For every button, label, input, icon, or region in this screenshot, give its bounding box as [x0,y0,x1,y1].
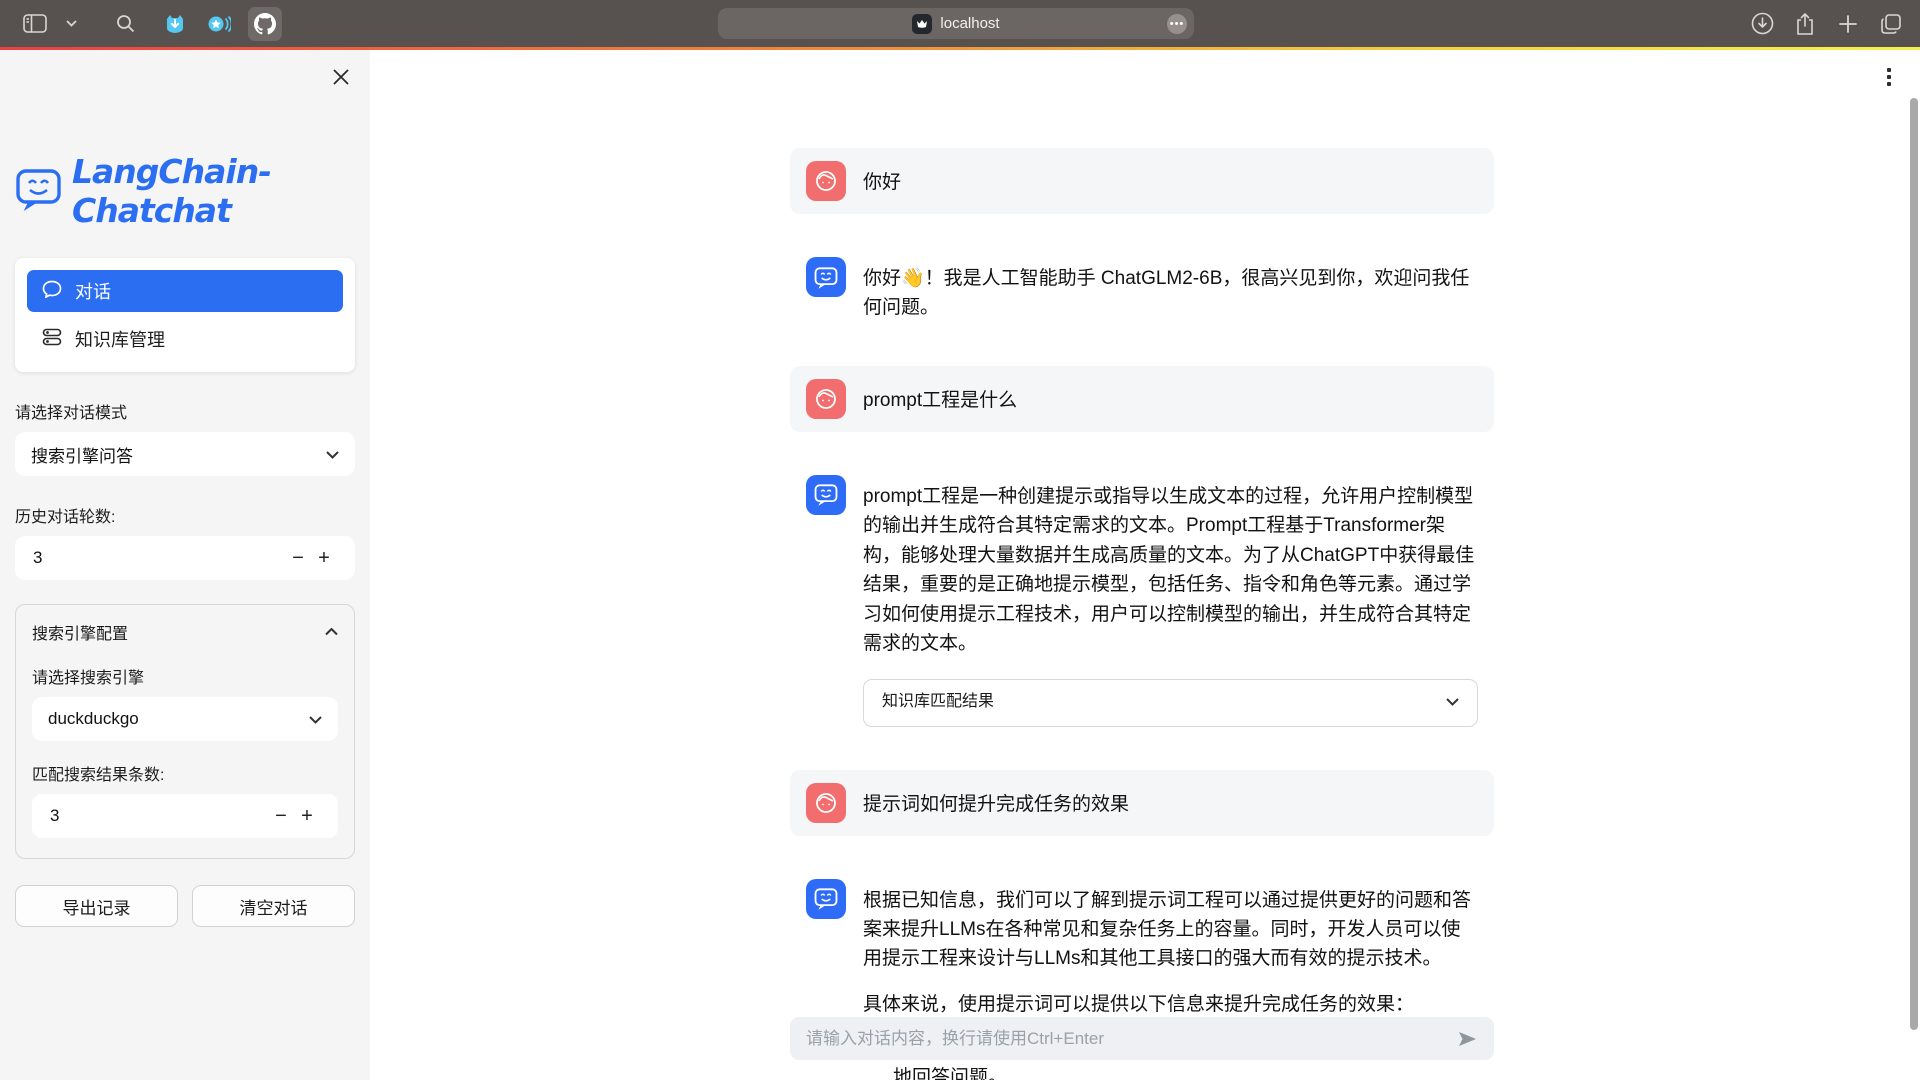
assistant-avatar [806,475,846,515]
downloads-icon[interactable] [1747,9,1777,39]
assistant-message: 你好👋！我是人工智能助手 ChatGLM2-6B，很高兴见到你，欢迎问我任何问题… [790,244,1494,336]
user-avatar [806,161,846,201]
dialog-mode-value: 搜索引擎问答 [31,442,133,467]
tabs-overview-icon[interactable] [1876,9,1906,39]
history-rounds-label: 历史对话轮数: [15,503,355,527]
increment-button[interactable]: + [311,547,337,570]
chevron-down-icon [309,709,322,729]
app-logo: LangChain-Chatchat [15,152,355,230]
kebab-menu-icon[interactable] [1876,62,1902,92]
expander-title: 知识库匹配结果 [882,690,994,715]
message-text: 根据已知信息，我们可以了解到提示词工程可以通过提供更好的问题和答案来提升LLMs… [863,886,1478,974]
assistant-message: prompt工程是一种创建提示或指导以生成文本的过程，允许用户控制模型的输出并生… [790,462,1494,740]
site-favicon [912,14,932,34]
logo-chat-bubble-icon [15,167,62,216]
address-bar[interactable]: localhost ••• [718,8,1194,39]
dialog-mode-label: 请选择对话模式 [15,399,355,423]
user-avatar [806,783,846,823]
message-text: 你好👋！我是人工智能助手 ChatGLM2-6B，很高兴见到你，欢迎问我任何问题… [863,257,1478,323]
chat-message-list: 你好 你好👋！我是人工智能助手 ChatGLM2-6B，很高兴见到你，欢迎问我任… [790,50,1494,1080]
nav-card: 对话 知识库管理 [15,258,355,372]
message-text: 提示词如何提升完成任务的效果 [863,783,1478,819]
ellipsis-icon[interactable]: ••• [1167,14,1187,34]
extension-cat-icon[interactable] [160,9,190,39]
extension-circles-icon[interactable] [204,9,234,39]
url-text: localhost [940,15,999,32]
increment-button[interactable]: + [294,805,320,828]
dialog-mode-select[interactable]: 搜索引擎问答 [15,432,355,476]
history-rounds-input[interactable]: 3 − + [15,536,355,580]
chat-bubble-icon [42,280,62,303]
chevron-down-icon [1446,690,1459,715]
message-text: prompt工程是什么 [863,379,1478,415]
search-engine-value: duckduckgo [48,709,139,729]
extension-github-icon[interactable] [248,7,282,41]
user-avatar [806,379,846,419]
sidebar: LangChain-Chatchat 对话 [0,50,370,1080]
chevron-up-icon [325,623,338,641]
message-text: 你好 [863,161,1478,197]
chat-main: 你好 你好👋！我是人工智能助手 ChatGLM2-6B，很高兴见到你，欢迎问我任… [370,50,1920,1080]
expander-header[interactable]: 搜索引擎配置 [32,620,338,644]
kb-match-results-expander[interactable]: 知识库匹配结果 [863,679,1478,727]
clear-dialog-button[interactable]: 清空对话 [192,885,355,927]
result-count-value: 3 [50,806,59,826]
database-icon [42,328,62,351]
result-count-label: 匹配搜索结果条数: [32,761,338,785]
assistant-avatar [806,879,846,919]
browser-toolbar: localhost ••• [0,0,1920,47]
search-engine-select[interactable]: duckduckgo [32,697,338,741]
expander-title: 搜索引擎配置 [32,620,128,644]
assistant-avatar [806,257,846,297]
chat-input-bar [790,1017,1494,1060]
user-message: 提示词如何提升完成任务的效果 [790,770,1494,836]
history-rounds-value: 3 [33,548,42,568]
send-icon[interactable] [1456,1028,1478,1050]
nav-item-knowledge-base[interactable]: 知识库管理 [27,318,343,360]
chat-input[interactable] [806,1029,1446,1049]
decrement-button[interactable]: − [268,805,294,828]
result-count-input[interactable]: 3 − + [32,794,338,838]
chevron-down-icon[interactable] [64,9,78,39]
sidebar-toggle-icon[interactable] [20,9,50,39]
new-tab-icon[interactable] [1833,9,1863,39]
decrement-button[interactable]: − [285,547,311,570]
search-engine-label: 请选择搜索引擎 [32,664,338,688]
chevron-down-icon [326,444,339,464]
nav-item-label: 知识库管理 [75,326,165,352]
user-message: prompt工程是什么 [790,366,1494,432]
share-icon[interactable] [1790,9,1820,39]
nav-item-dialogue[interactable]: 对话 [27,270,343,312]
message-text: prompt工程是一种创建提示或指导以生成文本的过程，允许用户控制模型的输出并生… [863,486,1474,654]
logo-text: LangChain-Chatchat [72,152,355,230]
close-icon[interactable] [330,66,352,88]
user-message: 你好 [790,148,1494,214]
search-icon[interactable] [110,9,140,39]
vertical-scrollbar[interactable] [1910,98,1918,1030]
search-engine-config-expander: 搜索引擎配置 请选择搜索引擎 duckduckgo 匹配搜索结果条数: 3 [15,604,355,859]
nav-item-label: 对话 [75,278,111,304]
message-text: 具体来说，使用提示词可以提供以下信息来提升完成任务的效果： [863,990,1478,1019]
export-records-button[interactable]: 导出记录 [15,885,178,927]
